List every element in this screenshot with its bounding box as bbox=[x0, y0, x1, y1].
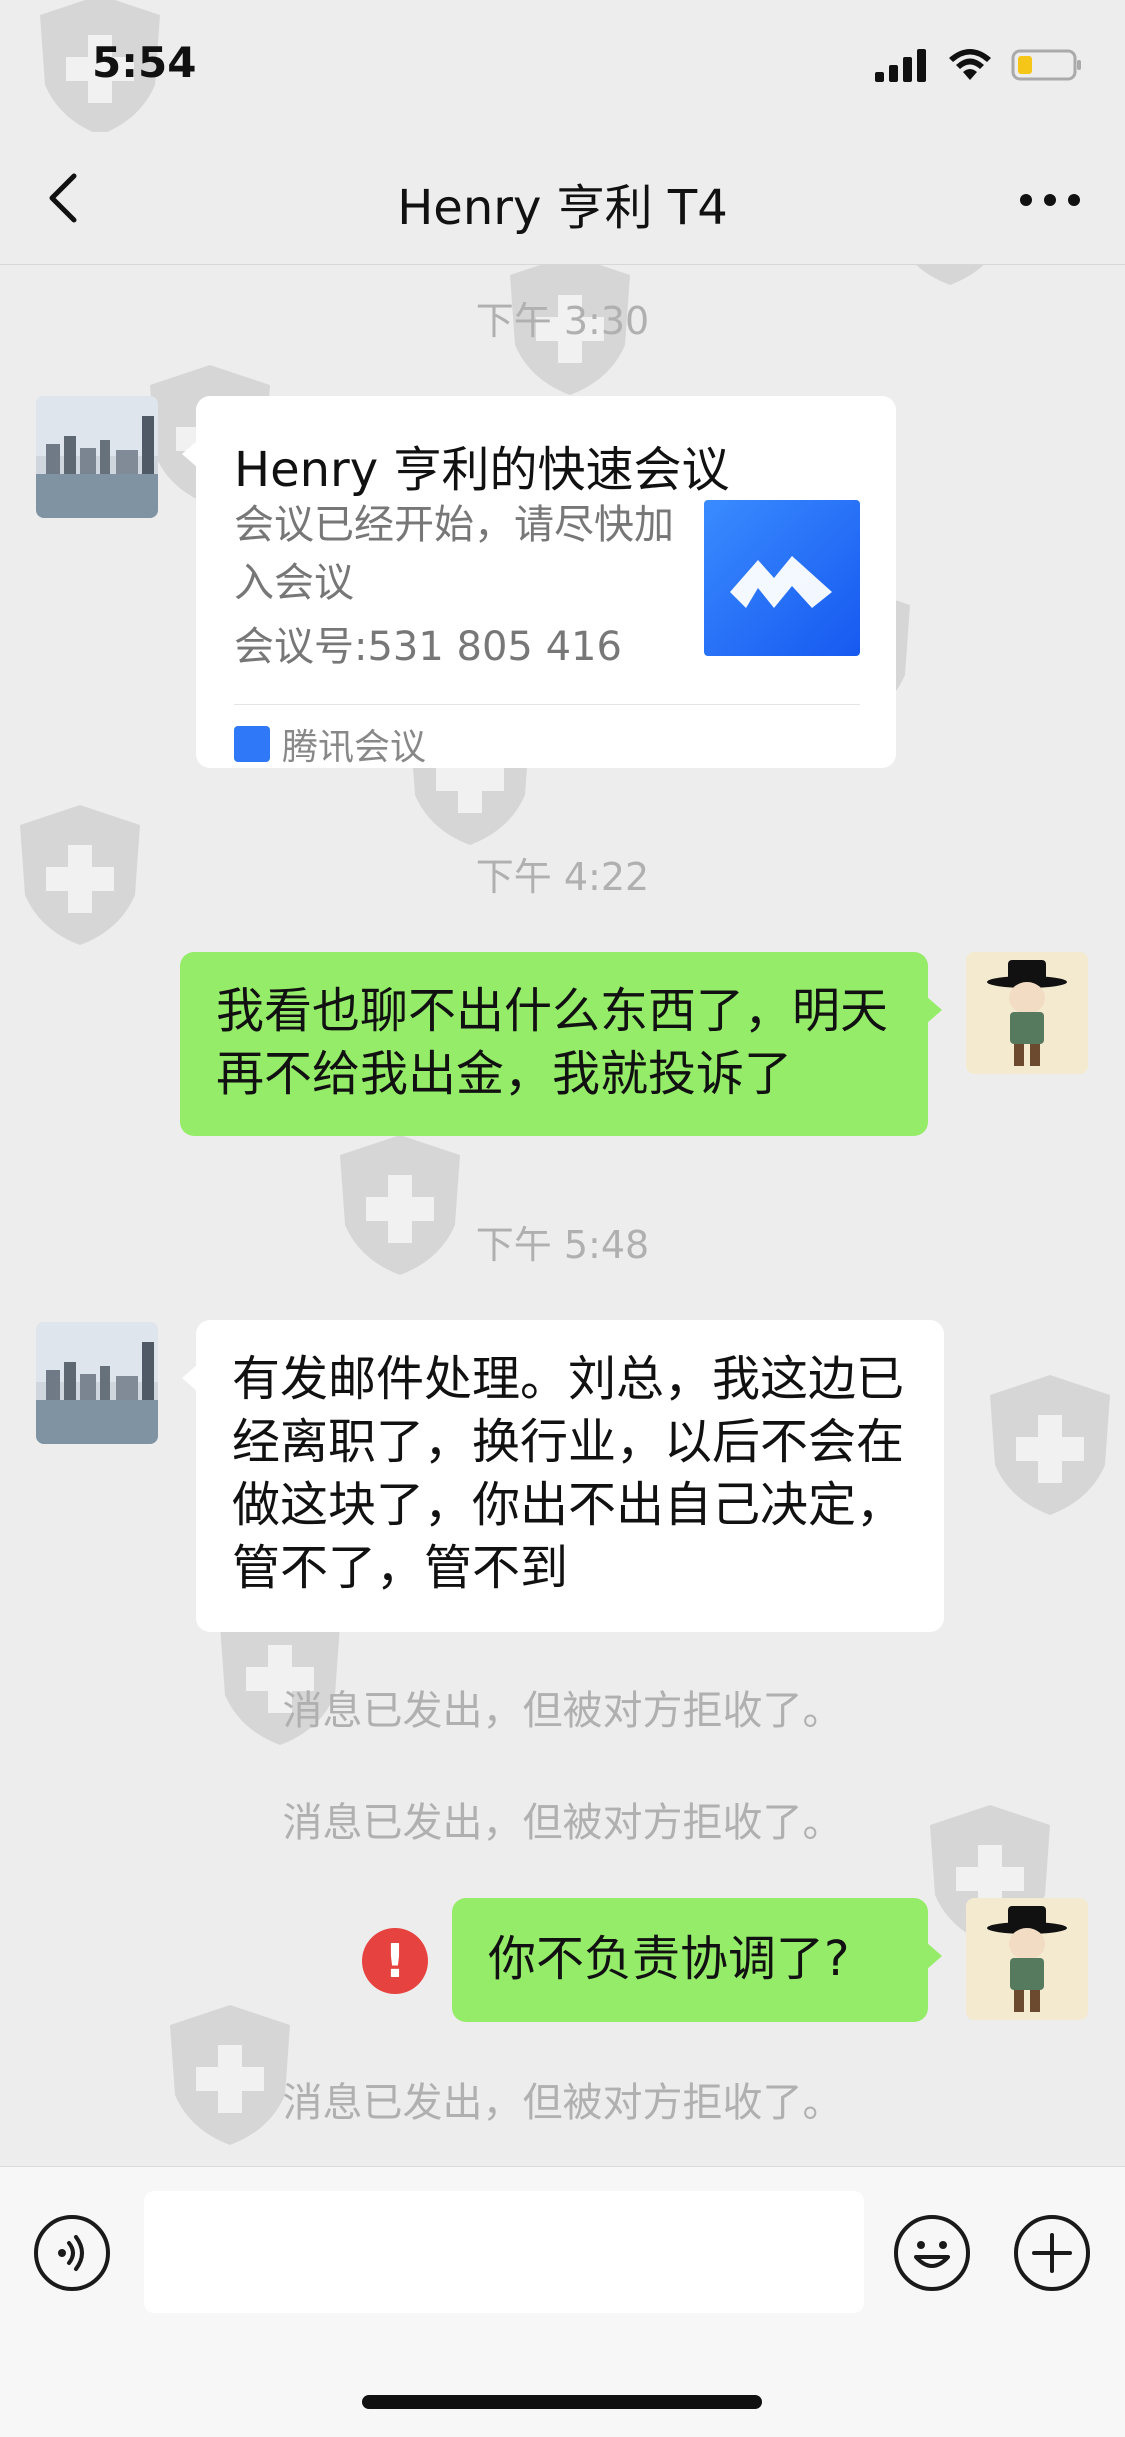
contact-avatar[interactable] bbox=[36, 396, 158, 518]
status-bar: 5:54 bbox=[0, 0, 1125, 132]
rejected-notice: 消息已发出，但被对方拒收了。 bbox=[282, 1688, 843, 1734]
tencent-meeting-small-icon bbox=[234, 726, 270, 762]
meeting-source-label: 腾讯会议 bbox=[282, 727, 427, 768]
signal-icon bbox=[875, 49, 926, 82]
chat-title: Henry 亨利 T4 bbox=[397, 180, 728, 236]
timestamp: 下午 3:30 bbox=[475, 299, 650, 343]
message-text: 我看也聊不出什么东西了，明天再不给我出金，我就投诉了 bbox=[216, 983, 889, 1102]
meeting-card-number: 会议号:531 805 416 bbox=[234, 624, 622, 670]
meeting-card-source: 腾讯会议 bbox=[234, 718, 426, 770]
message-text: 有发邮件处理。刘总，我这边已经离职了，换行业，以后不会在做这块了，你出不出自己决… bbox=[232, 1351, 905, 1596]
input-bar bbox=[0, 2166, 1125, 2437]
rejected-notice: 消息已发出，但被对方拒收了。 bbox=[282, 1800, 843, 1846]
my-avatar[interactable] bbox=[966, 1898, 1088, 2020]
home-indicator bbox=[362, 2395, 762, 2409]
emoji-button[interactable] bbox=[894, 2215, 970, 2291]
message-bubble-outgoing[interactable]: 你不负责协调了? bbox=[452, 1898, 942, 2022]
send-failed-icon[interactable]: ! bbox=[362, 1928, 428, 1994]
message-bubble-outgoing[interactable]: 我看也聊不出什么东西了，明天再不给我出金，我就投诉了 bbox=[180, 952, 942, 1136]
voice-input-button[interactable] bbox=[34, 2215, 110, 2291]
plus-icon bbox=[1032, 2233, 1072, 2273]
wifi-icon bbox=[949, 49, 991, 80]
more-options-icon[interactable] bbox=[1015, 172, 1085, 228]
more-functions-button[interactable] bbox=[1014, 2215, 1090, 2291]
contact-avatar[interactable] bbox=[36, 1322, 158, 1444]
meeting-invite-card[interactable]: Henry 亨利的快速会议 会议已经开始，请尽快加入会议 会议号:531 805… bbox=[182, 396, 896, 770]
rejected-notice: 消息已发出，但被对方拒收了。 bbox=[282, 2080, 843, 2126]
status-time: 5:54 bbox=[92, 38, 197, 87]
message-bubble-incoming[interactable]: 有发邮件处理。刘总，我这边已经离职了，换行业，以后不会在做这块了，你出不出自己决… bbox=[182, 1320, 944, 1632]
chat-header: Henry 亨利 T4 bbox=[0, 132, 1125, 265]
timestamp: 下午 5:48 bbox=[475, 1223, 650, 1267]
my-avatar[interactable] bbox=[966, 952, 1088, 1074]
watermark-shield-icon bbox=[990, 1375, 1110, 1515]
voice-icon bbox=[58, 2235, 84, 2271]
meeting-card-title: Henry 亨利的快速会议 bbox=[234, 442, 730, 498]
meeting-card-description: 会议已经开始，请尽快加入会议 bbox=[234, 502, 674, 606]
status-icons bbox=[875, 48, 1083, 82]
emoji-icon bbox=[914, 2241, 950, 2268]
message-text: 你不负责协调了? bbox=[488, 1931, 850, 1987]
tencent-meeting-logo-icon bbox=[704, 500, 860, 656]
battery-icon bbox=[1011, 49, 1081, 81]
timestamp: 下午 4:22 bbox=[475, 855, 650, 899]
message-input[interactable] bbox=[144, 2191, 864, 2313]
divider bbox=[234, 704, 860, 705]
